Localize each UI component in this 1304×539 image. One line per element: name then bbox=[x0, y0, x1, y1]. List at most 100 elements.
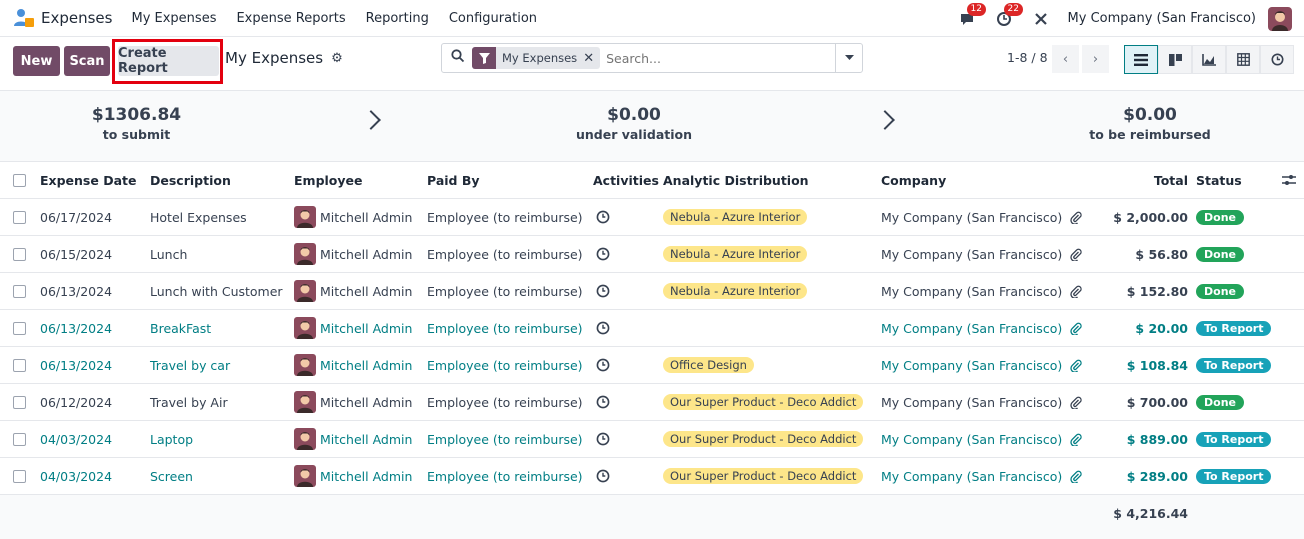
header-expense-date[interactable]: Expense Date bbox=[40, 162, 136, 198]
row-checkbox[interactable] bbox=[13, 421, 26, 457]
row-checkbox[interactable] bbox=[13, 458, 26, 494]
user-avatar[interactable] bbox=[1268, 6, 1292, 31]
employee-avatar[interactable] bbox=[294, 243, 316, 265]
company-switcher[interactable]: My Company (San Francisco) bbox=[1068, 11, 1256, 26]
row-checkbox[interactable] bbox=[13, 199, 26, 235]
activity-clock-icon[interactable] bbox=[596, 273, 610, 309]
search-icon[interactable] bbox=[451, 49, 465, 67]
attachment-icon[interactable] bbox=[1070, 458, 1082, 494]
facet-remove-icon[interactable]: ✕ bbox=[583, 51, 600, 66]
header-activities[interactable]: Activities bbox=[593, 162, 659, 198]
header-description[interactable]: Description bbox=[150, 162, 231, 198]
attachment-icon[interactable] bbox=[1070, 199, 1082, 235]
row-checkbox[interactable] bbox=[13, 384, 26, 420]
menu-configuration[interactable]: Configuration bbox=[449, 11, 537, 26]
search-bar[interactable]: My Expenses ✕ bbox=[441, 43, 863, 73]
summary-to-be-reimbursed[interactable]: $0.00 to be reimbursed bbox=[1080, 105, 1220, 142]
row-checkbox[interactable] bbox=[13, 347, 26, 383]
activity-clock-icon[interactable] bbox=[596, 347, 610, 383]
activity-clock-icon[interactable] bbox=[596, 236, 610, 272]
employee-avatar[interactable] bbox=[294, 280, 316, 302]
header-paid-by[interactable]: Paid By bbox=[427, 162, 480, 198]
activity-clock-icon[interactable] bbox=[596, 458, 610, 494]
table-row[interactable]: 06/13/2024 BreakFast Mitchell Admin Employe… bbox=[0, 310, 1304, 347]
employee-avatar[interactable] bbox=[294, 428, 316, 450]
status-cell: Done bbox=[1196, 236, 1244, 272]
search-input[interactable] bbox=[606, 50, 827, 66]
activity-view-icon[interactable] bbox=[1260, 45, 1294, 74]
employee-avatar[interactable] bbox=[294, 354, 316, 376]
pager-previous-icon[interactable]: ‹ bbox=[1052, 45, 1079, 73]
header-status[interactable]: Status bbox=[1196, 162, 1242, 198]
activities-clock-icon[interactable]: 22 bbox=[994, 2, 1023, 29]
attachment-icon[interactable] bbox=[1070, 273, 1082, 309]
to-submit-label: to submit bbox=[102, 127, 171, 142]
activities-count-badge: 22 bbox=[1003, 2, 1023, 16]
pivot-view-icon[interactable] bbox=[1226, 45, 1260, 74]
employee-avatar[interactable] bbox=[294, 317, 316, 339]
graph-view-icon[interactable] bbox=[1192, 45, 1226, 74]
employee-avatar[interactable] bbox=[294, 465, 316, 487]
analytic-tag-cell: Our Super Product - Deco Addict bbox=[663, 421, 864, 457]
chevron-right-icon bbox=[361, 110, 381, 130]
expense-table: Expense Date Description Employee Paid B… bbox=[0, 162, 1304, 495]
analytic-tag: Nebula - Azure Interior bbox=[663, 283, 808, 299]
header-total[interactable]: Total bbox=[1100, 162, 1188, 198]
scan-button[interactable]: Scan bbox=[64, 46, 110, 76]
expense-description: Screen bbox=[150, 468, 193, 484]
header-analytic-distribution[interactable]: Analytic Distribution bbox=[663, 162, 809, 198]
activity-clock-icon[interactable] bbox=[596, 384, 610, 420]
attachment-icon[interactable] bbox=[1070, 236, 1082, 272]
table-row[interactable]: 06/15/2024 Lunch Mitchell Admin Employee (t… bbox=[0, 236, 1304, 273]
menu-my-expenses[interactable]: My Expenses bbox=[131, 11, 216, 26]
attachment-icon[interactable] bbox=[1070, 347, 1082, 383]
gear-icon[interactable]: ⚙ bbox=[331, 51, 343, 66]
table-row[interactable]: 06/13/2024 Travel by car Mitchell Admin Emp… bbox=[0, 347, 1304, 384]
employee-cell: Mitchell Admin bbox=[294, 236, 412, 272]
attachment-icon[interactable] bbox=[1070, 384, 1082, 420]
row-checkbox[interactable] bbox=[13, 310, 26, 346]
employee-cell: Mitchell Admin bbox=[294, 458, 412, 494]
menu-reporting[interactable]: Reporting bbox=[366, 11, 429, 26]
summary-to-submit[interactable]: $1306.84 to submit bbox=[70, 105, 203, 142]
summary-under-validation[interactable]: $0.00 under validation bbox=[560, 105, 708, 142]
debug-tools-icon[interactable] bbox=[1031, 9, 1051, 29]
list-view-icon[interactable] bbox=[1124, 45, 1158, 74]
header-employee[interactable]: Employee bbox=[294, 162, 363, 198]
page-title: My Expenses bbox=[225, 49, 324, 67]
attachment-icon[interactable] bbox=[1070, 310, 1082, 346]
status-cell: To Report bbox=[1196, 310, 1272, 346]
select-all-checkbox[interactable] bbox=[13, 162, 26, 198]
employee-avatar[interactable] bbox=[294, 391, 316, 413]
search-dropdown-toggle[interactable] bbox=[835, 44, 862, 72]
pager-next-icon[interactable]: › bbox=[1082, 45, 1109, 73]
total-amount: $ 700.00 bbox=[1126, 394, 1188, 410]
table-row[interactable]: 06/17/2024 Hotel Expenses Mitchell Admin Em… bbox=[0, 199, 1304, 236]
activity-clock-icon[interactable] bbox=[596, 199, 610, 235]
new-button[interactable]: New bbox=[13, 46, 60, 76]
activity-clock-icon[interactable] bbox=[596, 421, 610, 457]
menu-expense-reports[interactable]: Expense Reports bbox=[236, 11, 345, 26]
row-checkbox[interactable] bbox=[13, 273, 26, 309]
messages-icon[interactable]: 12 bbox=[957, 2, 986, 29]
kanban-view-icon[interactable] bbox=[1158, 45, 1192, 74]
chevron-right-icon bbox=[875, 110, 895, 130]
table-row[interactable]: 04/03/2024 Laptop Mitchell Admin Employee (… bbox=[0, 421, 1304, 458]
table-row[interactable]: 06/12/2024 Travel by Air Mitchell Admin Emp… bbox=[0, 384, 1304, 421]
expense-date: 04/03/2024 bbox=[40, 431, 113, 447]
table-row[interactable]: 06/13/2024 Lunch with Customer Mitchell Ad… bbox=[0, 273, 1304, 310]
row-checkbox[interactable] bbox=[13, 236, 26, 272]
activity-clock-icon[interactable] bbox=[596, 310, 610, 346]
optional-columns-icon[interactable] bbox=[1282, 162, 1296, 198]
app-brand[interactable]: Expenses bbox=[12, 6, 131, 30]
expense-date: 06/13/2024 bbox=[40, 283, 113, 299]
header-company[interactable]: Company bbox=[881, 162, 946, 198]
employee-name: Mitchell Admin bbox=[320, 357, 413, 373]
total-amount: $ 56.80 bbox=[1135, 246, 1188, 262]
expense-date: 04/03/2024 bbox=[40, 468, 113, 484]
attachment-icon[interactable] bbox=[1070, 421, 1082, 457]
employee-avatar[interactable] bbox=[294, 206, 316, 228]
status-badge: Done bbox=[1196, 246, 1244, 262]
table-row[interactable]: 04/03/2024 Screen Mitchell Admin Employee (… bbox=[0, 458, 1304, 495]
pager-value[interactable]: 1-8 / 8 bbox=[1007, 50, 1048, 65]
